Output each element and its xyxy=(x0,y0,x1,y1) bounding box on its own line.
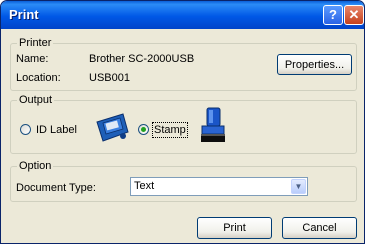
close-icon: ✕ xyxy=(348,7,360,22)
cancel-button-label: Cancel xyxy=(302,222,337,234)
help-icon: ? xyxy=(329,7,337,22)
document-type-label: Document Type: xyxy=(16,182,96,194)
properties-button-label: Properties... xyxy=(284,59,345,71)
printer-group: Printer Name: Brother SC-2000USB Locatio… xyxy=(10,36,357,91)
output-option-stamp[interactable]: Stamp xyxy=(138,122,194,139)
id-label-icon xyxy=(96,113,129,142)
document-type-value: Text xyxy=(134,180,155,192)
printer-location-label: Location: xyxy=(16,72,61,84)
print-button-label: Print xyxy=(223,222,246,234)
printer-location-value: USB001 xyxy=(89,72,130,84)
print-button[interactable]: Print xyxy=(197,217,272,239)
option-group-label: Option xyxy=(17,159,54,173)
stamp-icon xyxy=(201,107,225,142)
output-group: Output ID Label Stamp xyxy=(10,93,357,154)
id-label-text: ID Label xyxy=(36,124,77,136)
document-type-select[interactable]: Text ▼ xyxy=(130,177,308,196)
print-dialog: Print ? ✕ Printer Name: Brother SC-2000U… xyxy=(0,0,365,244)
stamp-radio[interactable] xyxy=(138,124,149,135)
id-label-radio[interactable] xyxy=(20,124,31,135)
title-bar[interactable]: Print ? ✕ xyxy=(1,1,364,29)
properties-button[interactable]: Properties... xyxy=(277,54,352,75)
output-group-label: Output xyxy=(17,93,55,107)
printer-name-value: Brother SC-2000USB xyxy=(89,53,195,65)
option-group: Option Document Type: Text ▼ xyxy=(10,159,357,202)
window-title: Print xyxy=(9,7,39,22)
output-option-id-label[interactable]: ID Label xyxy=(20,123,82,137)
printer-name-label: Name: xyxy=(16,53,49,65)
chevron-down-icon: ▼ xyxy=(294,182,303,191)
cancel-button[interactable]: Cancel xyxy=(282,217,357,239)
dropdown-arrow-button[interactable]: ▼ xyxy=(291,179,306,194)
help-button[interactable]: ? xyxy=(323,5,343,25)
printer-group-label: Printer xyxy=(17,36,54,50)
stamp-text: Stamp xyxy=(152,122,188,138)
close-button[interactable]: ✕ xyxy=(344,5,364,25)
